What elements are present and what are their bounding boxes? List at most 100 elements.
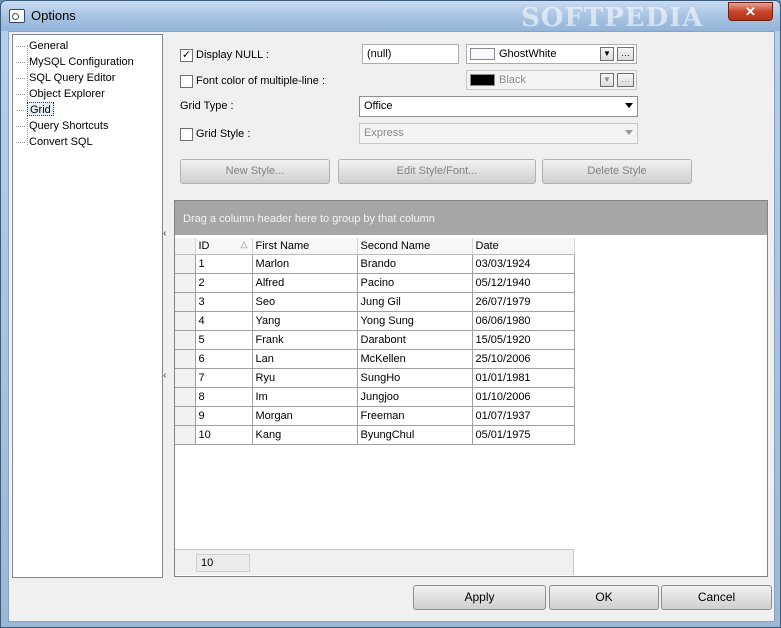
table-cell[interactable]: 01/10/2006 [472,387,575,407]
table-cell[interactable]: Yang [252,311,358,331]
tree-item-convert-sql[interactable]: Convert SQL [16,135,95,149]
table-cell[interactable]: 26/07/1979 [472,292,575,312]
table-cell[interactable]: 01/01/1981 [472,368,575,388]
table-row[interactable]: 10 Kang ByungChul 05/01/1975 [175,425,575,445]
chevron-down-icon[interactable]: ▼ [600,47,614,61]
table-cell[interactable]: SungHo [357,368,473,388]
options-tree[interactable]: General MySQL Configuration SQL Query Ed… [12,34,163,578]
table-cell[interactable]: Brando [357,254,473,274]
apply-button[interactable]: Apply [413,585,546,610]
multiline-color-swatch [470,74,495,86]
group-by-panel[interactable]: Drag a column header here to group by th… [175,201,767,235]
table-cell[interactable]: 05/01/1975 [472,425,575,445]
table-cell[interactable]: Pacino [357,273,473,293]
table-row[interactable]: 6 Lan McKellen 25/10/2006 [175,349,575,369]
table-cell[interactable]: Seo [252,292,358,312]
table-cell[interactable]: McKellen [357,349,473,369]
splitter[interactable]: ‹ ‹ [163,228,171,388]
table-cell[interactable]: 03/03/1924 [472,254,575,274]
table-cell[interactable]: 10 [195,425,253,445]
edit-style-font-button[interactable]: Edit Style/Font... [338,159,536,184]
tree-item-object-explorer[interactable]: Object Explorer [16,87,107,101]
column-header-date[interactable]: Date [472,238,575,255]
cancel-button[interactable]: Cancel [661,585,772,610]
table-cell[interactable]: Lan [252,349,358,369]
null-color-name: GhostWhite [499,48,557,60]
table-cell[interactable]: Frank [252,330,358,350]
table-cell[interactable]: 5 [195,330,253,350]
table-cell[interactable]: Darabont [357,330,473,350]
grid-style-checkbox[interactable] [180,128,193,141]
table-cell[interactable]: 06/06/1980 [472,311,575,331]
row-indicator[interactable] [175,330,196,350]
null-text-input[interactable]: (null) [362,44,459,64]
grid-preview[interactable]: Drag a column header here to group by th… [174,200,768,577]
table-cell[interactable]: Marlon [252,254,358,274]
row-indicator[interactable] [175,368,196,388]
row-indicator[interactable] [175,425,196,445]
table-cell[interactable]: 1 [195,254,253,274]
table-row[interactable]: 1 Marlon Brando 03/03/1924 [175,254,575,274]
table-cell[interactable]: Kang [252,425,358,445]
tree-item-query-shortcuts[interactable]: Query Shortcuts [15,119,110,133]
row-indicator[interactable] [175,311,196,331]
table-row[interactable]: 2 Alfred Pacino 05/12/1940 [175,273,575,293]
table-cell[interactable]: Ryu [252,368,358,388]
tree-item-mysql-configuration[interactable]: MySQL Configuration [16,55,136,69]
tree-item-sql-query-editor[interactable]: SQL Query Editor [15,71,117,85]
table-cell[interactable]: Yong Sung [357,311,473,331]
table-row[interactable]: 5 Frank Darabont 15/05/1920 [175,330,575,350]
tree-item-general[interactable]: General [15,39,70,53]
grid-style-select: Express [359,123,638,144]
delete-style-button[interactable]: Delete Style [542,159,692,184]
null-color-picker[interactable]: GhostWhite ▼ … [466,44,637,64]
row-indicator[interactable] [175,292,196,312]
multiline-color-name: Black [499,74,526,86]
row-indicator[interactable] [175,406,196,426]
row-indicator[interactable] [175,254,196,274]
font-color-multiline-checkbox[interactable] [180,75,193,88]
new-style-button[interactable]: New Style... [180,159,330,184]
row-indicator[interactable] [175,387,196,407]
data-table[interactable]: ID △ First Name Second Name Date 1 Marlon B… [175,238,575,445]
table-cell[interactable]: 3 [195,292,253,312]
column-header-id[interactable]: ID △ [195,238,253,255]
collapse-arrow-icon[interactable]: ‹ [163,228,166,239]
table-cell[interactable]: Im [252,387,358,407]
table-cell[interactable]: 9 [195,406,253,426]
close-button[interactable]: ✕ [728,2,773,21]
table-cell[interactable]: ByungChul [357,425,473,445]
table-cell[interactable]: Morgan [252,406,358,426]
table-cell[interactable]: 4 [195,311,253,331]
collapse-arrow-icon-lower[interactable]: ‹ [163,370,166,381]
ellipsis-icon[interactable]: … [617,47,634,61]
ok-button[interactable]: OK [549,585,659,610]
table-cell[interactable]: 01/07/1937 [472,406,575,426]
table-row[interactable]: 8 Im Jungjoo 01/10/2006 [175,387,575,407]
table-cell[interactable]: 6 [195,349,253,369]
table-cell[interactable]: Jung Gil [357,292,473,312]
column-header-second-name[interactable]: Second Name [357,238,473,255]
tree-item-grid[interactable]: Grid [17,102,54,116]
table-row[interactable]: 3 Seo Jung Gil 26/07/1979 [175,292,575,312]
table-cell[interactable]: 15/05/1920 [472,330,575,350]
table-row[interactable]: 9 Morgan Freeman 01/07/1937 [175,406,575,426]
table-cell[interactable]: 7 [195,368,253,388]
table-cell[interactable]: 2 [195,273,253,293]
table-cell[interactable]: Alfred [252,273,358,293]
table-cell[interactable]: 05/12/1940 [472,273,575,293]
font-color-multiline-label: Font color of multiple-line : [196,75,325,87]
row-indicator[interactable] [175,349,196,369]
row-indicator[interactable] [175,273,196,293]
grid-type-select[interactable]: Office [359,96,638,117]
table-cell[interactable]: 25/10/2006 [472,349,575,369]
ellipsis-icon: … [617,73,634,87]
title-bar[interactable]: Options SOFTPEDIA ✕ [1,1,780,33]
table-row[interactable]: 4 Yang Yong Sung 06/06/1980 [175,311,575,331]
table-cell[interactable]: 8 [195,387,253,407]
table-cell[interactable]: Jungjoo [357,387,473,407]
table-row[interactable]: 7 Ryu SungHo 01/01/1981 [175,368,575,388]
display-null-checkbox[interactable]: ✓ [180,49,193,62]
column-header-first-name[interactable]: First Name [252,238,358,255]
table-cell[interactable]: Freeman [357,406,473,426]
